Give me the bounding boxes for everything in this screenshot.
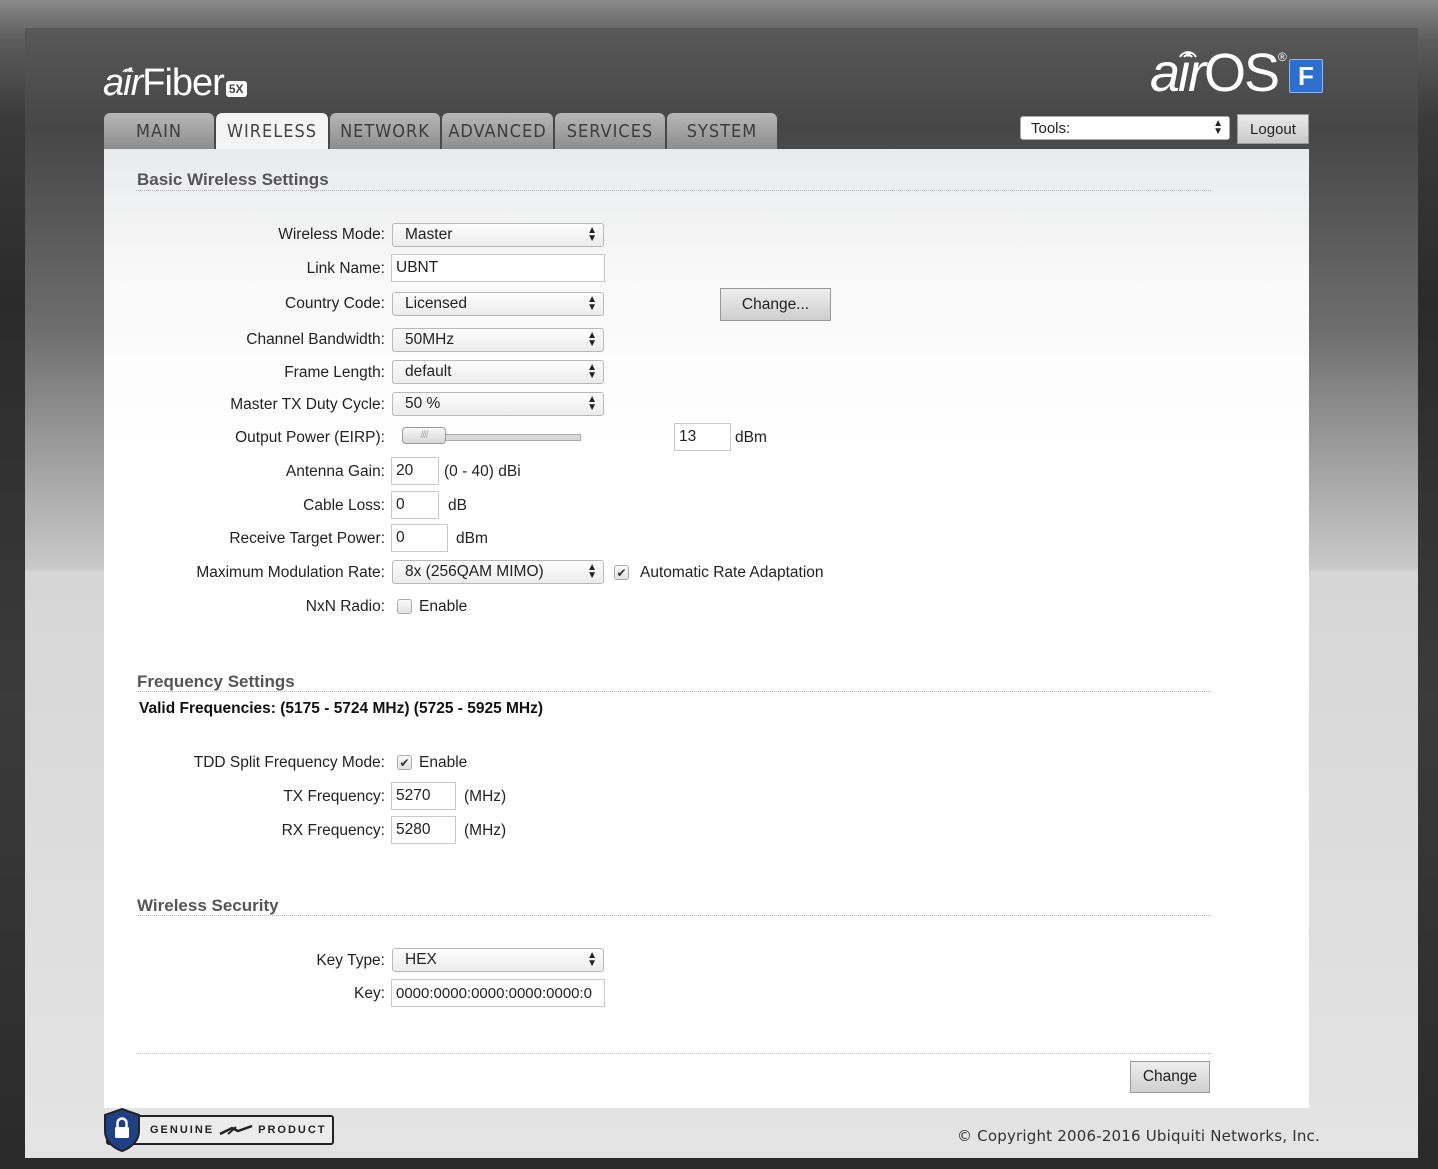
tdd-split-checkbox[interactable]: ✔ — [397, 755, 412, 770]
tx-frequency-label: TX Frequency: — [283, 788, 385, 805]
airos-os-text: OS — [1204, 43, 1280, 103]
auto-rate-label: Automatic Rate Adaptation — [640, 564, 824, 581]
nxn-radio-checkbox[interactable] — [397, 599, 412, 614]
key-type-value: HEX — [405, 951, 437, 968]
tx-frequency-input[interactable]: 5270 — [391, 782, 456, 810]
tools-select[interactable]: Tools: ▲ ▼ — [1020, 116, 1230, 140]
rx-frequency-unit: (MHz) — [464, 822, 507, 839]
rx-frequency-label: RX Frequency: — [281, 822, 385, 839]
select-arrows-icon: ▲ ▼ — [1213, 118, 1223, 137]
ubiquiti-logo-icon — [219, 1124, 253, 1136]
section-divider — [136, 915, 1211, 916]
wireless-mode-value: Master — [405, 226, 453, 243]
wifi-icon — [1179, 51, 1197, 58]
footer-divider — [136, 1053, 1211, 1054]
output-power-label: Output Power (EIRP): — [235, 429, 385, 446]
select-arrows-icon: ▲ ▼ — [587, 330, 597, 349]
logo-5x-badge: 5X — [225, 81, 247, 97]
logout-button[interactable]: Logout — [1237, 114, 1309, 144]
tab-network[interactable]: NETWORK — [330, 113, 440, 149]
channel-bandwidth-select[interactable]: 50MHz ▲ ▼ — [392, 328, 604, 352]
tools-select-value: Tools: — [1031, 119, 1071, 137]
max-modulation-select[interactable]: 8x (256QAM MIMO) ▲ ▼ — [392, 560, 604, 584]
section-title-basic: Basic Wireless Settings — [137, 170, 329, 189]
key-input[interactable]: 0000:0000:0000:0000:0000:0 — [391, 979, 605, 1007]
select-arrows-icon: ▲ ▼ — [587, 562, 597, 581]
antenna-gain-label: Antenna Gain: — [285, 463, 385, 480]
key-label: Key: — [353, 985, 385, 1002]
tab-wireless[interactable]: WIRELESS — [216, 113, 328, 149]
logo-fiber-text: Fiber — [142, 62, 225, 104]
airos-f-badge: F — [1288, 59, 1323, 93]
tab-advanced[interactable]: ADVANCED — [442, 113, 553, 149]
wireless-mode-label: Wireless Mode: — [278, 226, 385, 243]
wireless-mode-select[interactable]: Master ▲ ▼ — [392, 223, 604, 247]
key-type-select[interactable]: HEX ▲ ▼ — [392, 948, 604, 972]
frame-length-value: default — [405, 363, 452, 380]
tdd-split-enable-label: Enable — [419, 754, 468, 771]
link-name-label: Link Name: — [306, 260, 385, 277]
select-arrows-icon: ▲ ▼ — [587, 294, 597, 313]
section-title-security: Wireless Security — [137, 896, 279, 915]
lock-shield-icon — [104, 1107, 140, 1153]
wifi-icon — [122, 68, 134, 73]
frame-length-label: Frame Length: — [284, 364, 385, 381]
change-country-button[interactable]: Change... — [720, 288, 831, 321]
change-button[interactable]: Change — [1130, 1061, 1210, 1093]
select-arrows-icon: ▲ ▼ — [587, 225, 597, 244]
duty-cycle-label: Master TX Duty Cycle: — [230, 396, 385, 413]
section-divider — [136, 190, 1211, 191]
section-title-frequency: Frequency Settings — [137, 672, 295, 691]
output-power-slider-handle[interactable]: //// — [402, 427, 446, 444]
rx-target-power-unit: dBm — [456, 530, 488, 547]
tab-system[interactable]: SYSTEM — [667, 113, 777, 149]
output-power-input[interactable]: 13 — [674, 423, 731, 451]
settings-panel: Basic Wireless Settings Wireless Mode: M… — [104, 149, 1309, 1108]
tab-main[interactable]: MAIN — [104, 113, 214, 149]
rx-target-power-label: Receive Target Power: — [229, 530, 385, 547]
channel-bandwidth-label: Channel Bandwidth: — [246, 331, 385, 348]
auto-rate-checkbox[interactable]: ✔ — [614, 565, 629, 580]
channel-bandwidth-value: 50MHz — [405, 331, 455, 348]
select-arrows-icon: ▲ ▼ — [587, 394, 597, 413]
tab-services[interactable]: SERVICES — [555, 113, 665, 149]
cable-loss-input[interactable]: 0 — [391, 491, 439, 519]
copyright-text: © Copyright 2006-2016 Ubiquiti Networks,… — [957, 1127, 1320, 1145]
country-code-select[interactable]: Licensed ▲ ▼ — [392, 292, 604, 316]
antenna-gain-range: (0 - 40) dBi — [444, 463, 521, 480]
main-nav-tabs: MAIN WIRELESS NETWORK ADVANCED SERVICES … — [104, 113, 779, 149]
product-text: PRODUCT — [258, 1124, 327, 1136]
max-modulation-label: Maximum Modulation Rate: — [196, 564, 385, 581]
duty-cycle-select[interactable]: 50 % ▲ ▼ — [392, 392, 604, 416]
airos-registered-mark: ® — [1278, 50, 1287, 64]
cable-loss-unit: dB — [448, 497, 467, 514]
tx-frequency-unit: (MHz) — [464, 788, 507, 805]
country-code-label: Country Code: — [285, 295, 385, 312]
airos-logo: airOS®F — [1150, 42, 1323, 104]
country-code-value: Licensed — [405, 295, 468, 312]
tdd-split-label: TDD Split Frequency Mode: — [193, 754, 385, 771]
max-modulation-value: 8x (256QAM MIMO) — [405, 563, 544, 580]
output-power-unit: dBm — [735, 429, 767, 446]
section-divider — [136, 691, 1211, 692]
link-name-input[interactable]: UBNT — [391, 254, 605, 282]
valid-frequencies-text: Valid Frequencies: (5175 - 5724 MHz) (57… — [139, 700, 544, 717]
rx-target-power-input[interactable]: 0 — [391, 524, 448, 552]
key-type-label: Key Type: — [316, 952, 385, 969]
select-arrows-icon: ▲ ▼ — [587, 950, 597, 969]
nxn-radio-enable-label: Enable — [419, 598, 468, 615]
nxn-radio-label: NxN Radio: — [305, 598, 385, 615]
antenna-gain-input[interactable]: 20 — [391, 457, 439, 485]
rx-frequency-input[interactable]: 5280 — [391, 816, 456, 844]
frame-length-select[interactable]: default ▲ ▼ — [392, 360, 604, 384]
select-arrows-icon: ▲ ▼ — [587, 362, 597, 381]
cable-loss-label: Cable Loss: — [303, 497, 385, 514]
genuine-text: GENUINE — [150, 1124, 215, 1136]
duty-cycle-value: 50 % — [405, 395, 441, 412]
